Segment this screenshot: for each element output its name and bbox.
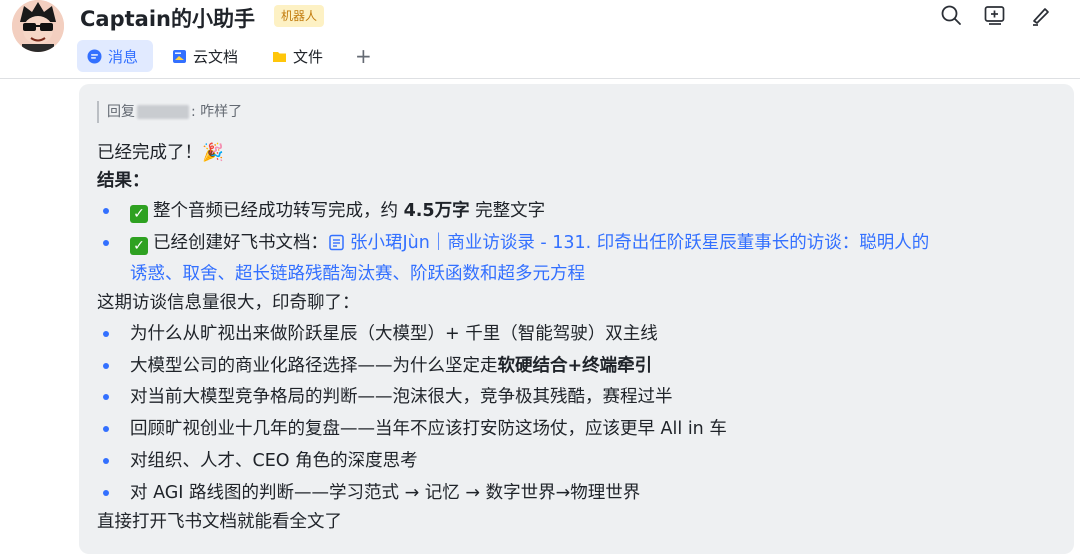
chat-header: Captain的小助手 机器人 消息 云文档 文件 + <box>0 0 1080 79</box>
edit-icon[interactable] <box>1030 4 1052 26</box>
message-icon <box>87 49 102 63</box>
tab-cloud-docs-label: 云文档 <box>193 47 239 66</box>
check-icon: ✓ <box>130 237 148 255</box>
list-item-text: ✓ 整个音频已经成功转写完成，约 4.5万字 完整文字 <box>130 199 545 223</box>
tab-files[interactable]: 文件 <box>272 40 323 72</box>
document-icon <box>329 234 344 251</box>
bullet-dot <box>103 208 109 214</box>
item1-text: 整个音频已经成功转写完成，约 <box>153 201 404 221</box>
doc-link[interactable]: 张小珺Jùn｜商业访谈录 - 131. 印奇出任阶跃星辰董事长的访谈：聪明人的 <box>350 233 929 253</box>
reply-quote-text: : 咋样了 <box>191 104 243 120</box>
list-item-text: 对 AGI 路线图的判断——学习范式 → 记忆 → 数字世界→物理世界 <box>130 483 641 503</box>
closing-text: 直接打开飞书文档就能看全文了 <box>97 512 342 532</box>
tab-messages[interactable]: 消息 <box>77 40 153 72</box>
avatar[interactable] <box>12 0 64 52</box>
intro-text: 这期访谈信息量很大，印奇聊了： <box>97 293 360 313</box>
tab-files-label: 文件 <box>293 47 324 66</box>
avatar-cartoon-icon <box>12 0 64 52</box>
list-item-text: 对当前大模型竞争格局的判断——泡沫很大，竞争极其残酷，赛程过半 <box>130 387 673 407</box>
tab-cloud-docs[interactable]: 云文档 <box>172 40 238 72</box>
add-chat-icon[interactable] <box>984 4 1006 26</box>
check-icon: ✓ <box>130 205 148 223</box>
cloud-doc-icon <box>173 49 186 63</box>
list-item-text: 回顾旷视创业十几年的复盘——当年不应该打安防这场仗，应该更早 All in 车 <box>130 419 727 439</box>
bot-badge: 机器人 <box>274 5 325 27</box>
tab-messages-label: 消息 <box>108 47 139 66</box>
bullet-dot <box>103 426 109 432</box>
topic2-text: 大模型公司的商业化路径选择——为什么坚定走 <box>130 356 498 376</box>
message-line-done: 已经完成了！🎉 <box>97 143 224 163</box>
item1-suffix: 完整文字 <box>469 201 546 221</box>
list-item-text: 对组织、人才、CEO 角色的深度思考 <box>130 451 418 471</box>
doc-link-continued[interactable]: 诱惑、取舍、超长链路残酷淘汰赛、阶跃函数和超多元方程 <box>130 262 585 286</box>
reply-quote-prefix: 回复 <box>107 104 135 120</box>
chat-title: Captain的小助手 <box>80 7 255 31</box>
search-icon[interactable] <box>940 4 962 26</box>
bullet-dot <box>103 363 109 369</box>
list-item-text: 大模型公司的商业化路径选择——为什么坚定走软硬结合+终端牵引 <box>130 354 652 378</box>
item2-text: 已经创建好飞书文档： <box>153 233 328 253</box>
bullet-dot <box>103 331 109 337</box>
folder-icon <box>273 51 286 62</box>
bullet-dot <box>103 394 109 400</box>
redacted-name <box>137 105 189 119</box>
bullet-dot <box>103 458 109 464</box>
result-heading: 结果： <box>97 171 150 191</box>
topic2-bold: 软硬结合+终端牵引 <box>497 356 653 376</box>
reply-quote[interactable]: 回复 : 咋样了 <box>97 101 242 123</box>
bullet-dot <box>103 240 109 246</box>
list-item-text: ✓ 已经创建好飞书文档： 张小珺Jùn｜商业访谈录 - 131. 印奇出任阶跃星辰董… <box>130 231 929 255</box>
list-item-text: 为什么从旷视出来做阶跃星辰（大模型）+ 千里（智能驾驶）双主线 <box>130 324 658 344</box>
item1-bold: 4.5万字 <box>403 201 470 221</box>
bullet-dot <box>103 490 109 496</box>
add-tab-button[interactable]: + <box>355 40 372 72</box>
